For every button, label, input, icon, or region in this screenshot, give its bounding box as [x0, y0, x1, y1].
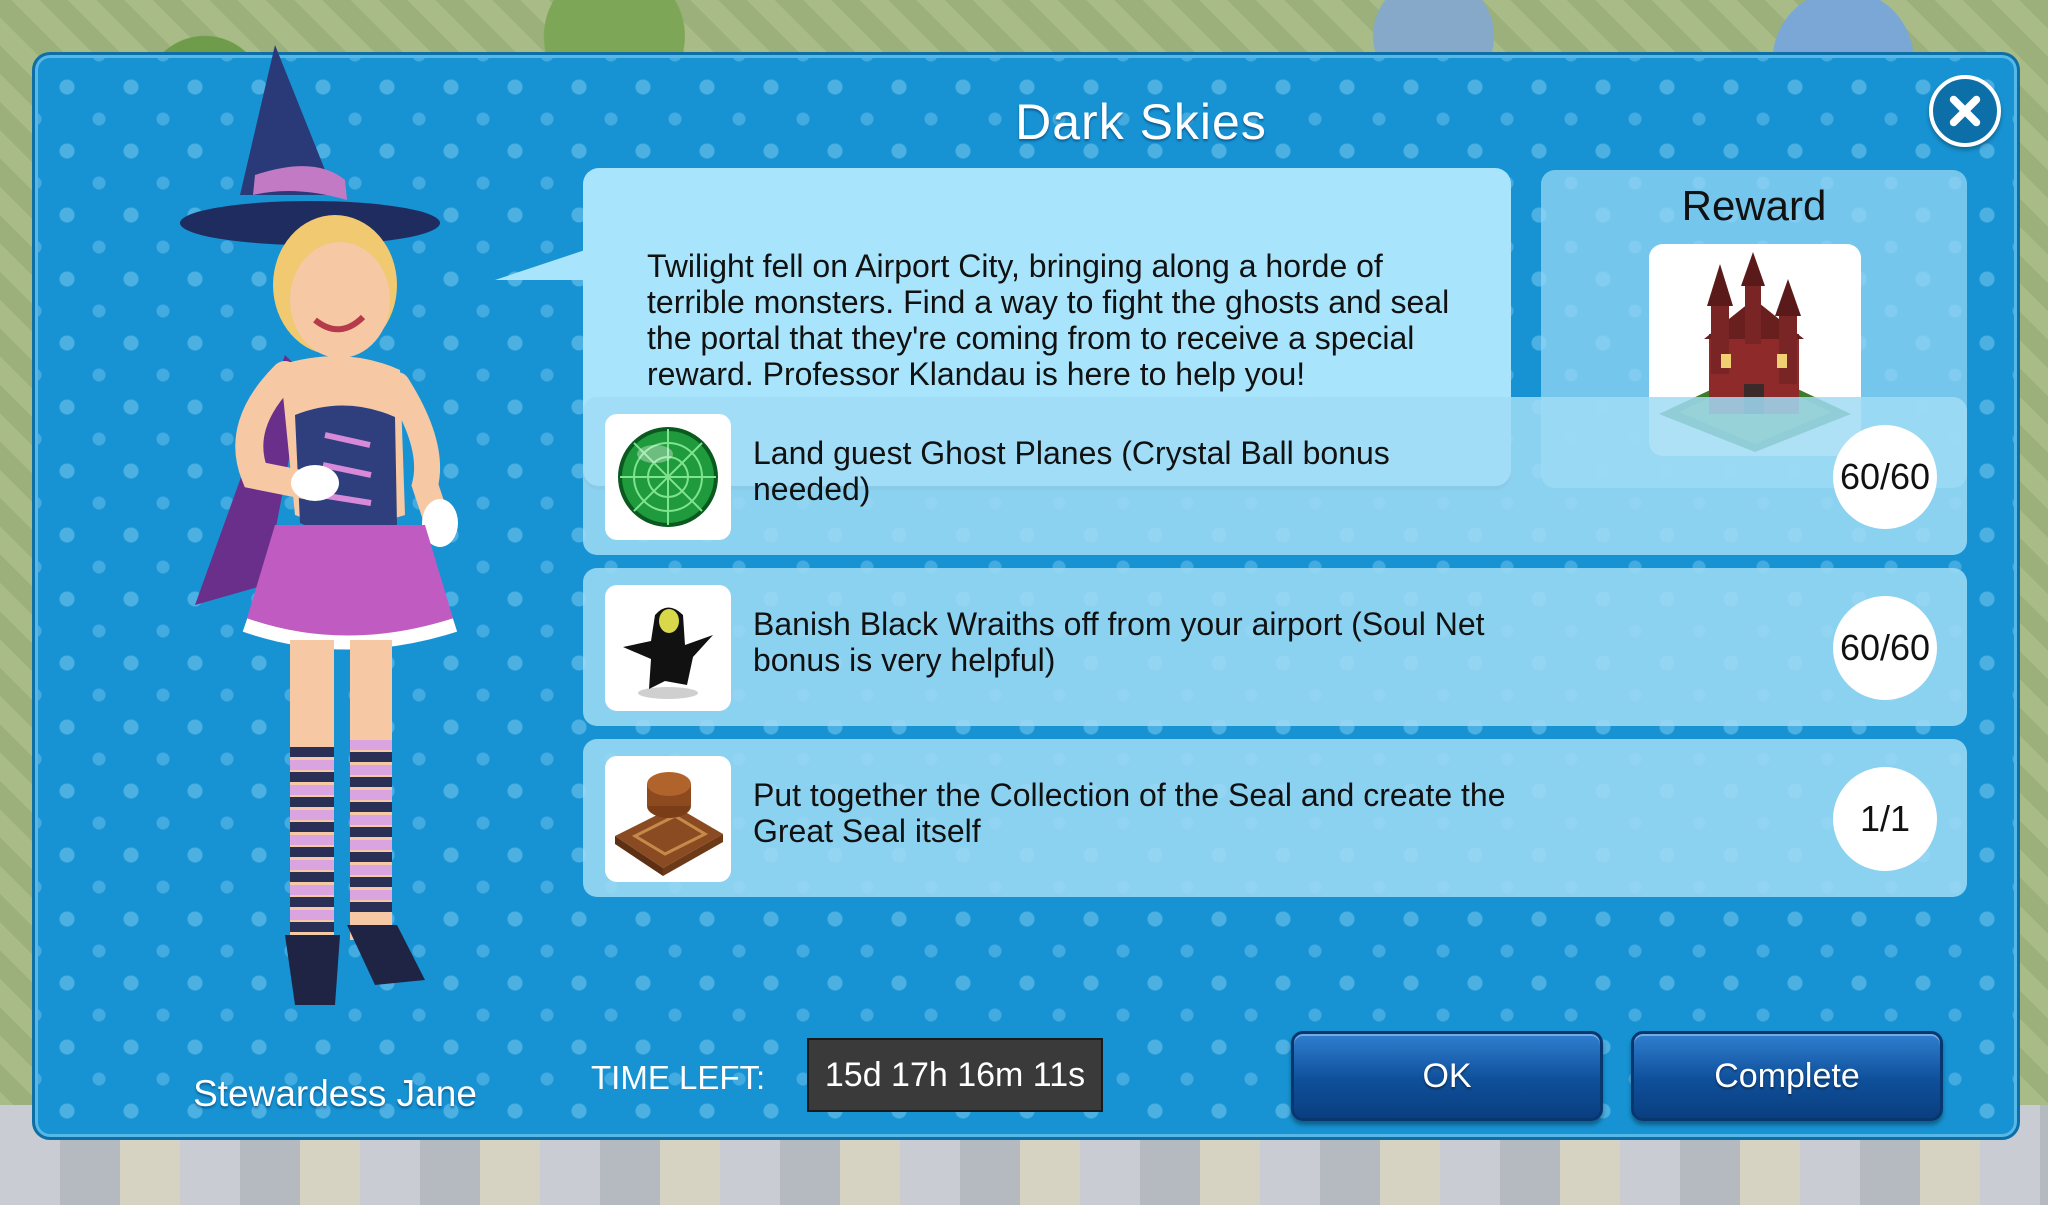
close-button[interactable] — [1929, 75, 2001, 147]
task-description: Land guest Ghost Planes (Crystal Ball bo… — [753, 435, 1390, 507]
great-seal-icon — [605, 756, 731, 882]
task-row: Land guest Ghost Planes (Crystal Ball bo… — [583, 397, 1967, 555]
task-row: Banish Black Wraiths off from your airpo… — [583, 568, 1967, 726]
ok-button[interactable]: OK — [1291, 1031, 1603, 1121]
task-progress-badge: 60/60 — [1833, 596, 1937, 700]
close-icon — [1949, 95, 1981, 127]
task-progress-badge: 60/60 — [1833, 425, 1937, 529]
black-wraith-icon — [605, 585, 731, 711]
time-left-value: 15d 17h 16m 11s — [807, 1038, 1103, 1112]
quest-dialog: Dark Skies Stewardess Jane Twilight fell… — [32, 45, 2020, 1140]
complete-button[interactable]: Complete — [1631, 1031, 1943, 1121]
speech-bubble-tail — [495, 250, 585, 280]
time-left-label: TIME LEFT: — [591, 1059, 766, 1096]
task-progress-badge: 1/1 — [1833, 767, 1937, 871]
stewardess-witch-character — [180, 45, 458, 1005]
task-description: Put together the Collection of the Seal … — [753, 777, 1506, 849]
task-row: Put together the Collection of the Seal … — [583, 739, 1967, 897]
reward-label: Reward — [1681, 182, 1827, 229]
character-name: Stewardess Jane — [193, 1073, 477, 1114]
task-description: Banish Black Wraiths off from your airpo… — [753, 606, 1485, 678]
crystal-ball-radar-icon — [605, 414, 731, 540]
quest-description: Twilight fell on Airport City, bringing … — [647, 248, 1450, 392]
